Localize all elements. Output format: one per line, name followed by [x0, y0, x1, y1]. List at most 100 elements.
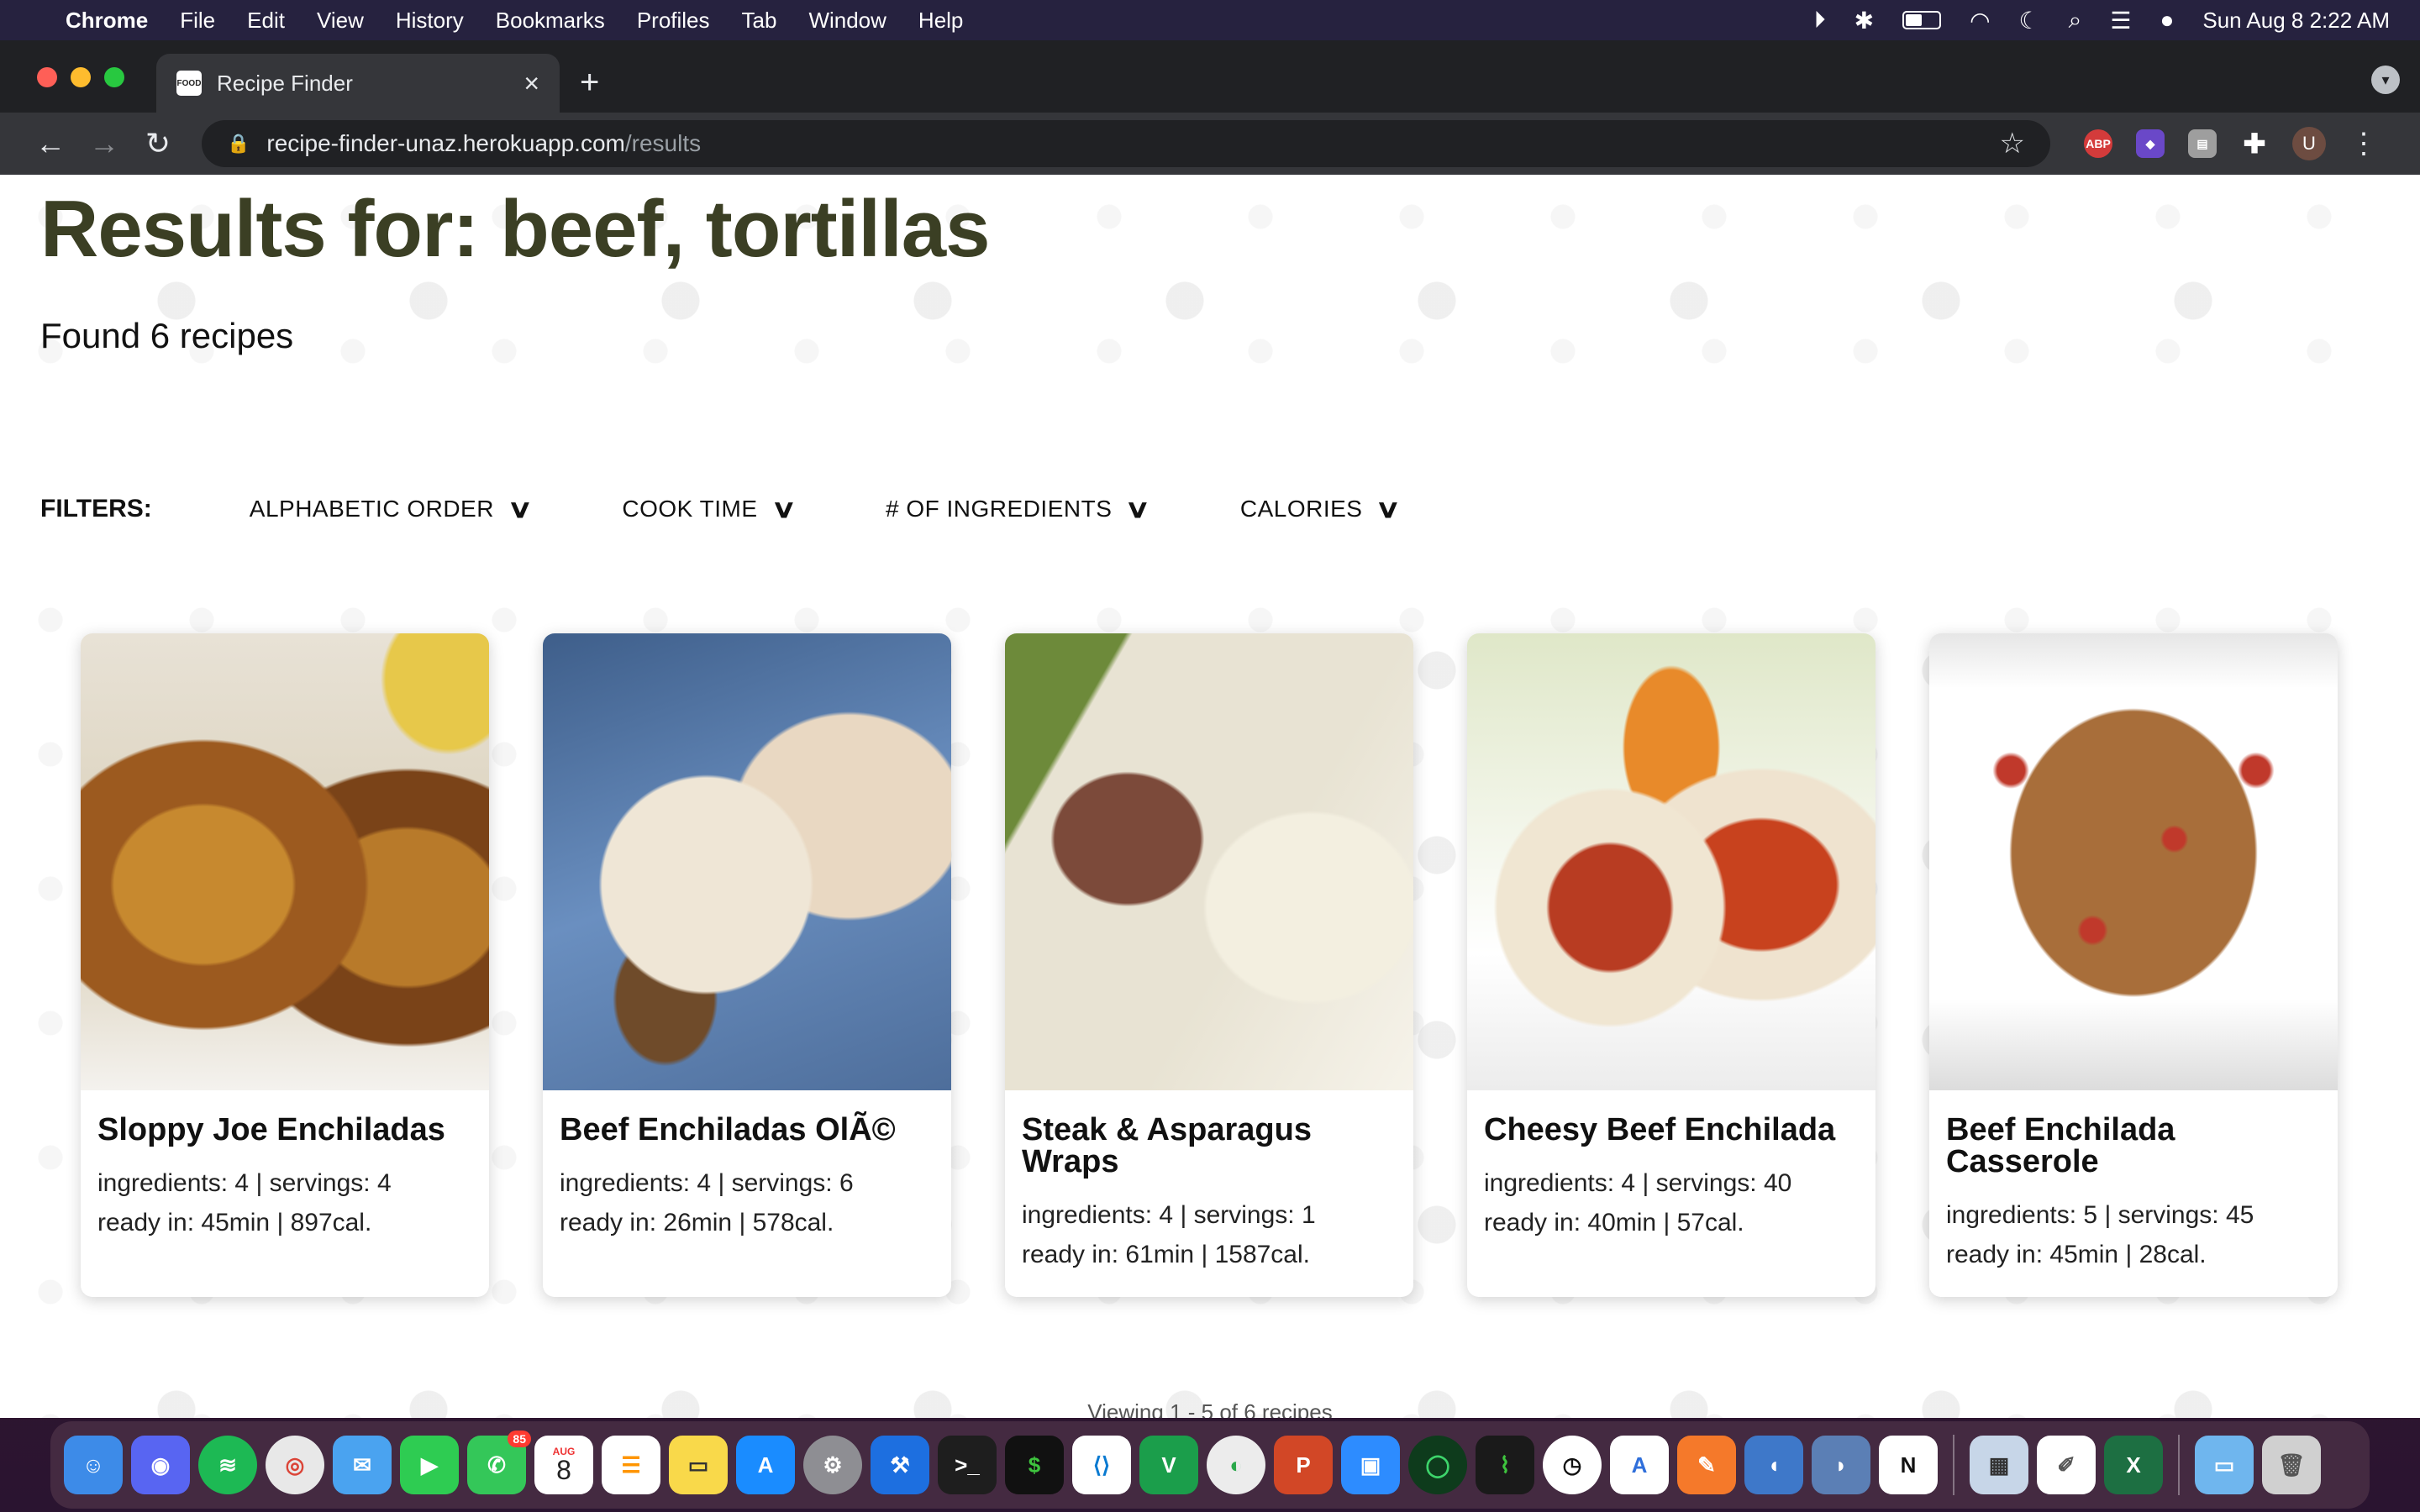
chevron-down-icon: ∨: [1124, 495, 1152, 523]
recipe-title[interactable]: Steak & Asparagus Wraps: [1022, 1114, 1397, 1178]
menu-edit[interactable]: Edit: [247, 8, 285, 34]
menu-tab[interactable]: Tab: [742, 8, 777, 34]
menu-clock[interactable]: Sun Aug 8 2:22 AM: [2202, 8, 2390, 34]
tab-recipe-finder[interactable]: FOOD Recipe Finder ×: [156, 54, 560, 113]
menu-help[interactable]: Help: [918, 8, 963, 34]
forward-button[interactable]: →: [77, 126, 131, 161]
vscode-icon[interactable]: ⟨⟩: [1072, 1436, 1131, 1494]
elephant-app-icon[interactable]: ◖: [1744, 1436, 1803, 1494]
globe-app-icon[interactable]: ◐: [1207, 1436, 1265, 1494]
bookmark-star-icon[interactable]: ☆: [2000, 127, 2025, 160]
reminders-icon[interactable]: ☰: [602, 1436, 660, 1494]
recipe-card[interactable]: Steak & Asparagus Wraps ingredients: 4 |…: [1005, 633, 1413, 1297]
chrome-icon[interactable]: ◎: [266, 1436, 324, 1494]
moon-icon[interactable]: ☾: [2019, 7, 2040, 34]
spotify-icon[interactable]: ≋: [198, 1436, 257, 1494]
recipe-title[interactable]: Beef Enchilada Casserole: [1946, 1114, 2321, 1178]
textedit-icon[interactable]: ✐: [2037, 1436, 2096, 1494]
menu-window[interactable]: Window: [808, 8, 886, 34]
recipe-title[interactable]: Beef Enchiladas OlÃ©: [560, 1114, 934, 1146]
results-header: Results for: beef, tortillas Found 6 rec…: [40, 183, 991, 356]
trash-icon[interactable]: 🗑: [2262, 1436, 2321, 1494]
zoom-icon[interactable]: ▣: [1341, 1436, 1400, 1494]
dock-separator: [2178, 1435, 2180, 1495]
recipe-image[interactable]: [1929, 633, 2338, 1090]
messages-icon[interactable]: ✆ 85: [467, 1431, 531, 1494]
pencil-app-icon[interactable]: ✎: [1677, 1436, 1736, 1494]
mail-icon[interactable]: ✉: [333, 1436, 392, 1494]
chrome-menu-icon[interactable]: ⋮: [2349, 127, 2378, 160]
facetime-icon[interactable]: ▶: [400, 1436, 459, 1494]
menu-view[interactable]: View: [317, 8, 364, 34]
control-center-icon[interactable]: ☰: [2110, 7, 2131, 34]
reload-button[interactable]: ↻: [131, 126, 185, 161]
menu-history[interactable]: History: [396, 8, 464, 34]
discord-icon[interactable]: ◉: [131, 1436, 190, 1494]
spotlight-search-icon[interactable]: ⌕: [2069, 7, 2082, 34]
recipe-card-list: Sloppy Joe Enchiladas ingredients: 4 | s…: [81, 633, 2338, 1297]
siri-icon[interactable]: ●: [2160, 7, 2174, 34]
menu-profiles[interactable]: Profiles: [637, 8, 710, 34]
activity-ring-icon[interactable]: ◯: [1408, 1436, 1467, 1494]
notion-icon[interactable]: N: [1879, 1436, 1938, 1494]
filter-ingredients[interactable]: # OF INGREDIENTS ∨: [886, 495, 1152, 524]
recipe-card[interactable]: Sloppy Joe Enchiladas ingredients: 4 | s…: [81, 633, 489, 1297]
recipe-card[interactable]: Beef Enchilada Casserole ingredients: 5 …: [1929, 633, 2338, 1297]
postgres-icon[interactable]: ◗: [1812, 1436, 1870, 1494]
recipe-time-calories: ready in: 45min | 28cal.: [1946, 1240, 2207, 1268]
bluetooth-icon[interactable]: ✱: [1854, 7, 1874, 34]
notes-icon[interactable]: ▭: [669, 1436, 728, 1494]
menu-bookmarks[interactable]: Bookmarks: [496, 8, 605, 34]
grey-extension-icon[interactable]: ▤: [2188, 129, 2217, 158]
back-button[interactable]: ←: [24, 126, 77, 161]
filter-cook-time[interactable]: COOK TIME ∨: [622, 495, 796, 524]
recipe-title[interactable]: Cheesy Beef Enchilada: [1484, 1114, 1859, 1146]
close-window-button[interactable]: [37, 67, 57, 87]
filter-alphabetic-order[interactable]: ALPHABETIC ORDER ∨: [250, 495, 533, 524]
calendar-day: 8: [556, 1455, 571, 1485]
activity-monitor-icon[interactable]: ⌇: [1476, 1436, 1534, 1494]
lock-icon[interactable]: 🔒: [227, 133, 250, 155]
recipe-image[interactable]: [1005, 633, 1413, 1090]
purple-extension-icon[interactable]: ◆: [2136, 129, 2165, 158]
profile-avatar[interactable]: U: [2292, 127, 2326, 160]
clock-icon[interactable]: ◷: [1543, 1436, 1602, 1494]
menu-file[interactable]: File: [180, 8, 215, 34]
recipe-card[interactable]: Cheesy Beef Enchilada ingredients: 4 | s…: [1467, 633, 1876, 1297]
recipe-image[interactable]: [1467, 633, 1876, 1090]
powerpoint-icon[interactable]: P: [1274, 1436, 1333, 1494]
tab-search-icon[interactable]: ▾: [2371, 66, 2400, 94]
new-tab-button[interactable]: +: [580, 64, 599, 102]
filters-label: FILTERS:: [40, 495, 152, 522]
recipe-card[interactable]: Beef Enchiladas OlÃ© ingredients: 4 | se…: [543, 633, 951, 1297]
recipe-image[interactable]: [81, 633, 489, 1090]
zoom-window-button[interactable]: [104, 67, 124, 87]
azure-data-icon[interactable]: A: [1610, 1436, 1669, 1494]
address-bar[interactable]: 🔒 recipe-finder-unaz.herokuapp.com/resul…: [202, 120, 2050, 167]
system-preferences-icon[interactable]: ⚙: [803, 1436, 862, 1494]
close-tab-icon[interactable]: ×: [523, 68, 539, 99]
app-store-icon[interactable]: A: [736, 1436, 795, 1494]
battery-icon[interactable]: [1902, 11, 1942, 29]
wifi-icon[interactable]: ◠: [1970, 7, 1990, 34]
terminal-icon[interactable]: >_: [938, 1436, 997, 1494]
browser-tab-strip: FOOD Recipe Finder × + ▾: [0, 40, 2420, 113]
adblock-plus-icon[interactable]: ABP: [2084, 129, 2112, 158]
preview-icon[interactable]: ▦: [1970, 1436, 2028, 1494]
minimize-window-button[interactable]: [71, 67, 91, 87]
screen-recording-icon[interactable]: ⏵: [1814, 7, 1826, 34]
recipe-image[interactable]: [543, 633, 951, 1090]
excel-icon[interactable]: X: [2104, 1436, 2163, 1494]
recipe-time-calories: ready in: 45min | 897cal.: [97, 1208, 372, 1236]
calendar-icon[interactable]: AUG 8: [534, 1436, 593, 1494]
xcode-icon[interactable]: ⚒: [871, 1436, 929, 1494]
downloads-folder-icon[interactable]: ▭: [2195, 1436, 2254, 1494]
recipe-title[interactable]: Sloppy Joe Enchiladas: [97, 1114, 472, 1146]
extensions-puzzle-icon[interactable]: ✚: [2240, 129, 2269, 159]
pagination-status: Viewing 1 - 5 of 6 recipes: [1087, 1399, 1333, 1418]
vim-icon[interactable]: V: [1139, 1436, 1198, 1494]
finder-icon[interactable]: ☺: [64, 1436, 123, 1494]
menu-app-chrome[interactable]: Chrome: [66, 8, 148, 34]
iterm-icon[interactable]: $: [1005, 1436, 1064, 1494]
filter-calories[interactable]: CALORIES ∨: [1240, 495, 1402, 524]
